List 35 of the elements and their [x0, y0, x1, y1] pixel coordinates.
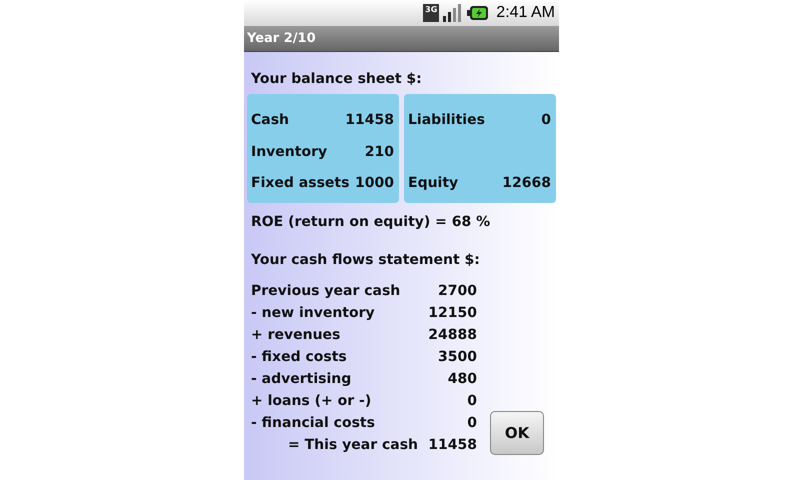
- row-label: + revenues: [251, 327, 340, 343]
- item-label: Cash: [251, 112, 290, 128]
- item-value: 12668: [502, 175, 551, 191]
- row-value: 2700: [438, 283, 477, 299]
- item-value: 210: [364, 144, 394, 160]
- row-value: 480: [448, 371, 477, 387]
- row-value: 24888: [428, 327, 477, 343]
- network-icon: 3G: [423, 4, 440, 22]
- item-label: Liabilities: [408, 112, 485, 128]
- row-value: 3500: [438, 349, 477, 365]
- row-value: 11458: [428, 437, 477, 453]
- row-label: + loans (+ or -): [251, 393, 372, 409]
- row-label: - new inventory: [251, 305, 375, 321]
- ok-button[interactable]: OK: [490, 411, 544, 455]
- section-heading: Your balance sheet $:: [250, 71, 423, 87]
- item-value: 1000: [355, 175, 394, 191]
- row-label: Previous year cash: [251, 283, 400, 299]
- row-label: - fixed costs: [251, 349, 347, 365]
- battery-icon: [467, 5, 490, 21]
- window-title: Year 2/10: [247, 31, 316, 46]
- row-value: 0: [467, 393, 477, 409]
- row-label: - advertising: [251, 371, 352, 387]
- clock-time: 2:41 AM: [496, 4, 555, 22]
- item-label: Equity: [408, 175, 458, 191]
- section-heading: Your cash flows statement $:: [250, 252, 481, 268]
- row-label: = This year cash: [287, 437, 418, 453]
- item-value: 0: [541, 112, 551, 128]
- item-label: Fixed assets: [251, 175, 350, 191]
- signal-icon: [442, 3, 462, 23]
- item-value: 11458: [345, 112, 394, 128]
- roe-text: ROE (return on equity) = 68 %: [250, 214, 492, 230]
- row-value: 0: [467, 415, 477, 431]
- item-label: Inventory: [251, 144, 328, 160]
- row-label: - financial costs: [251, 415, 375, 431]
- row-value: 12150: [428, 305, 477, 321]
